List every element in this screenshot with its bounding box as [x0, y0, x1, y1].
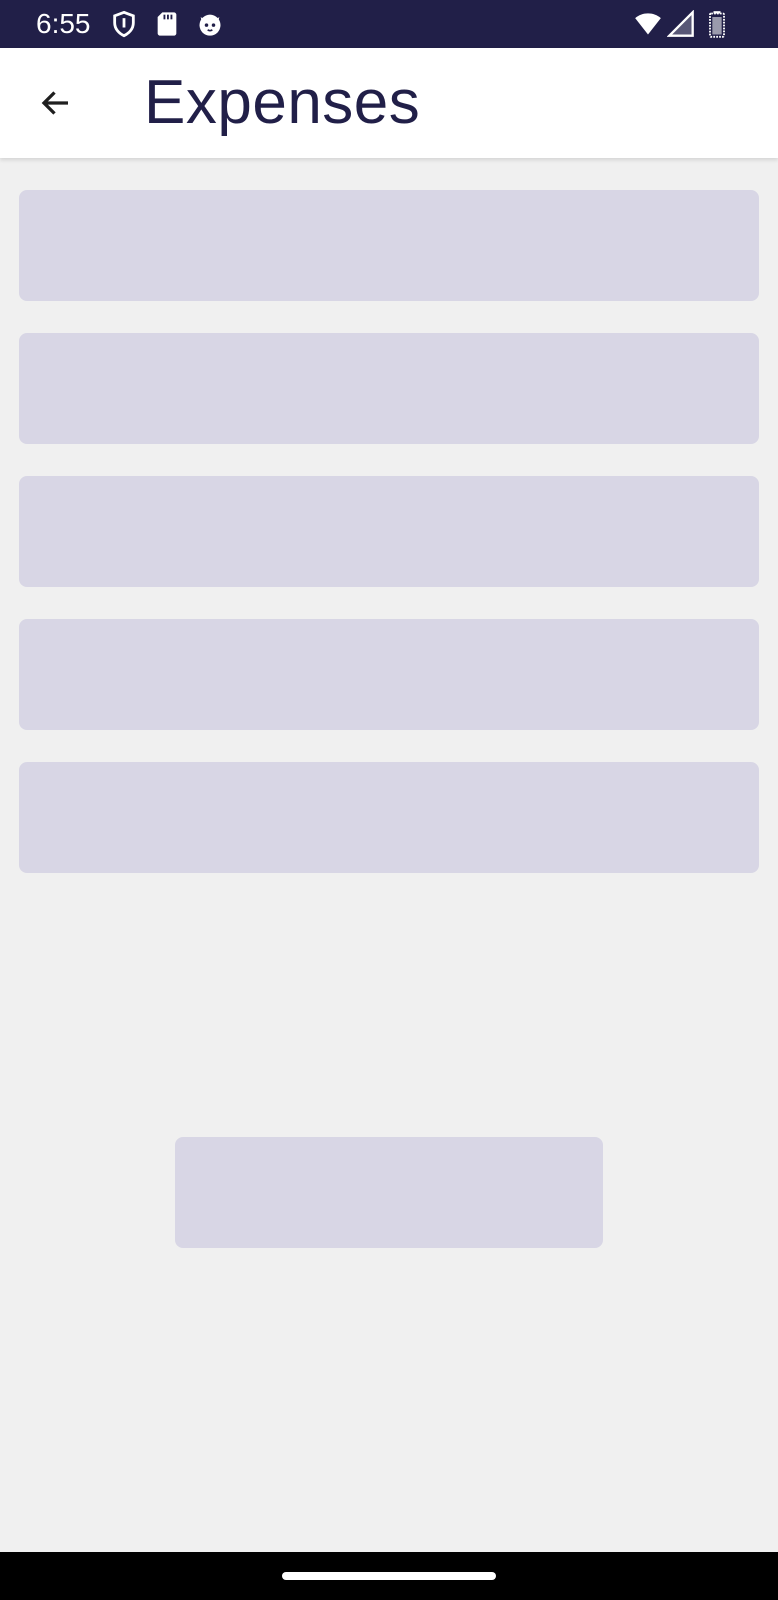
- sd-card-icon: [157, 12, 177, 36]
- loading-placeholder-card: [19, 333, 759, 444]
- app-bar: Expenses: [0, 48, 778, 158]
- loading-placeholder-list: [19, 190, 759, 905]
- page-title: Expenses: [144, 68, 421, 137]
- loading-placeholder-card: [19, 619, 759, 730]
- loading-placeholder-card: [19, 762, 759, 873]
- arrow-left-icon: [41, 91, 68, 115]
- status-time: 6:55: [36, 8, 91, 39]
- battery-icon: [709, 11, 725, 38]
- shield-icon: [113, 10, 135, 38]
- home-indicator[interactable]: [282, 1572, 496, 1580]
- loading-placeholder-card: [19, 190, 759, 301]
- loading-placeholder-card: [19, 476, 759, 587]
- back-button[interactable]: [28, 75, 84, 131]
- status-bar: 6:55: [0, 0, 778, 48]
- wifi-icon: [635, 13, 661, 35]
- signal-icon: [667, 10, 694, 37]
- cat-face-icon: [199, 14, 221, 36]
- loading-placeholder-button: [175, 1137, 603, 1248]
